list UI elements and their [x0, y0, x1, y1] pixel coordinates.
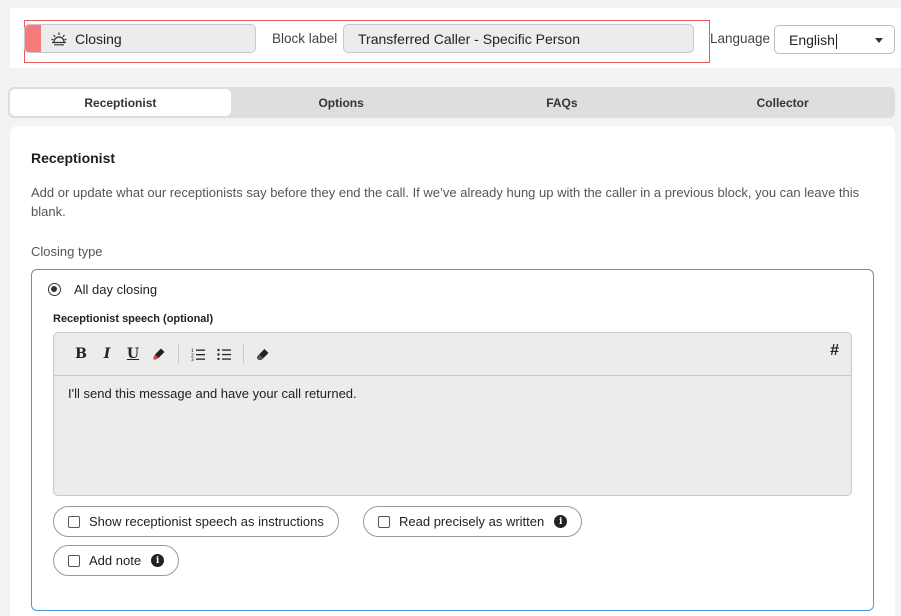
info-icon[interactable]: i: [151, 554, 165, 567]
tab-options[interactable]: Options: [231, 89, 452, 116]
checkbox[interactable]: [68, 554, 80, 567]
closing-type-label: Closing type: [31, 244, 103, 259]
show-instructions-toggle[interactable]: Show receptionist speech as instructions: [53, 506, 339, 537]
checkbox[interactable]: [378, 515, 390, 528]
all-day-closing-option[interactable]: All day closing: [48, 282, 157, 297]
block-type-label: Closing: [75, 30, 122, 47]
checkbox[interactable]: [68, 515, 80, 528]
ordered-list-icon[interactable]: 1 2 3: [185, 341, 211, 367]
block-color-swatch: [25, 25, 41, 52]
language-value: English: [789, 32, 835, 48]
block-header: Closing Block label Transferred Caller -…: [10, 8, 901, 68]
show-instructions-label: Show receptionist speech as instructions: [89, 514, 324, 529]
block-label-caption: Block label: [272, 31, 338, 46]
section-description: Add or update what our receptionists say…: [31, 185, 860, 219]
block-label-input[interactable]: Transferred Caller - Specific Person: [343, 24, 694, 53]
toolbar-divider: [178, 344, 179, 364]
bullet-list-icon[interactable]: [211, 341, 237, 367]
tab-receptionist[interactable]: Receptionist: [10, 89, 231, 116]
info-icon[interactable]: i: [554, 515, 568, 528]
tab-faqs[interactable]: FAQs: [452, 89, 673, 116]
radio-label: All day closing: [74, 282, 158, 297]
highlight-icon[interactable]: [146, 341, 172, 367]
italic-button[interactable]: I: [94, 341, 120, 367]
read-precisely-toggle[interactable]: Read precisely as written i: [363, 506, 583, 537]
read-precisely-label: Read precisely as written: [399, 514, 545, 529]
block-type-field[interactable]: Closing: [24, 24, 256, 53]
radio-selected[interactable]: [48, 283, 61, 296]
eraser-icon[interactable]: [250, 341, 276, 367]
toolbar-divider: [243, 344, 244, 364]
sunset-icon: [51, 32, 67, 45]
editor-toolbar: B I U 1 2 3 #: [54, 333, 851, 376]
section-title: Receptionist: [31, 150, 116, 166]
tab-collector[interactable]: Collector: [672, 89, 893, 116]
speech-label: Receptionist speech (optional): [53, 313, 214, 325]
add-note-toggle[interactable]: Add note i: [53, 545, 180, 576]
add-note-label: Add note: [89, 553, 142, 568]
underline-button[interactable]: U: [120, 341, 146, 367]
closing-option-card: All day closing Receptionist speech (opt…: [31, 269, 874, 611]
speech-text[interactable]: I'll send this message and have your cal…: [54, 376, 851, 411]
tab-bar: Receptionist Options FAQs Collector: [8, 87, 895, 118]
language-caption: Language: [710, 31, 771, 46]
insert-variable-button[interactable]: #: [830, 342, 839, 360]
bold-button[interactable]: B: [68, 341, 94, 367]
text-cursor: [835, 33, 837, 49]
receptionist-panel: Receptionist Add or update what our rece…: [10, 126, 895, 616]
language-select[interactable]: English: [774, 25, 895, 54]
chevron-down-icon: [875, 38, 883, 43]
svg-text:3: 3: [191, 357, 194, 361]
speech-editor: B I U 1 2 3 # I'll send this message and…: [53, 332, 852, 496]
